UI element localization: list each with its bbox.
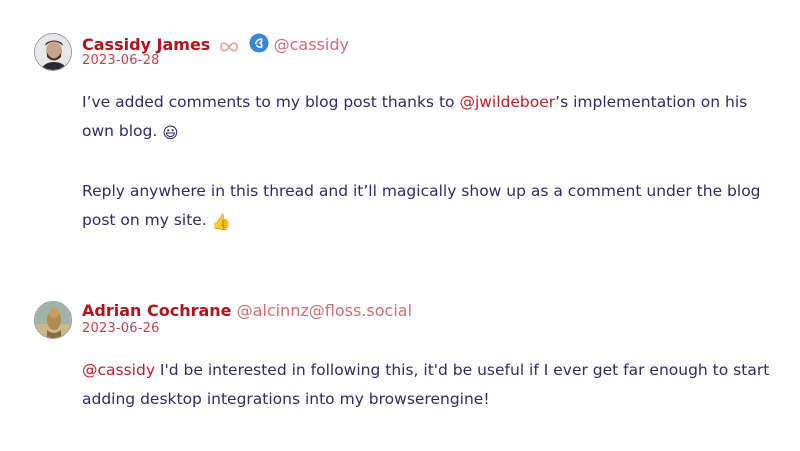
comment-date[interactable]: 2023-06-26	[82, 321, 160, 337]
smiley-emoji-icon: 😃	[162, 124, 179, 142]
comment-paragraph: Reply anywhere in this thread and it’ll …	[82, 177, 772, 237]
author-handle[interactable]: @alcinnz@floss.social	[237, 301, 412, 320]
comment-thread: Cassidy James @cassidy 2023-06-28 I’ve a…	[0, 0, 800, 451]
author-name[interactable]: Adrian Cochrane	[82, 301, 232, 320]
mention-link[interactable]: @cassidy	[82, 361, 155, 379]
author-name[interactable]: Cassidy James	[82, 35, 210, 54]
comment-body: @cassidy I'd be interested in following …	[82, 356, 772, 414]
text-segment: Reply anywhere in this thread and it’ll …	[82, 182, 761, 229]
text-segment: I'd be interested in following this, it'…	[82, 361, 770, 408]
text-segment: I’ve added comments to my blog post than…	[82, 93, 460, 111]
mention-link[interactable]: @jwildeboer	[459, 93, 555, 111]
comment-body: I’ve added comments to my blog post than…	[82, 88, 772, 237]
comment-paragraph: @cassidy I'd be interested in following …	[82, 356, 772, 414]
comment-date[interactable]: 2023-06-28	[82, 53, 160, 69]
avatar[interactable]	[34, 301, 72, 339]
infinity-icon	[219, 38, 239, 58]
verified-badge-icon	[249, 33, 269, 58]
author-line: Adrian Cochrane @alcinnz@floss.social	[82, 301, 412, 321]
comment-paragraph: I’ve added comments to my blog post than…	[82, 88, 772, 148]
thumbs-up-emoji-icon: 👍	[211, 213, 231, 231]
author-handle[interactable]: @cassidy	[274, 35, 349, 54]
avatar[interactable]	[34, 33, 72, 71]
